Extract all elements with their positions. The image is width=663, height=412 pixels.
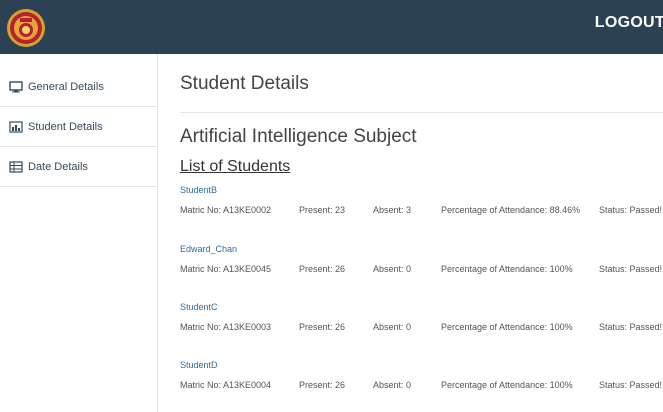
- subject-title: Artificial Intelligence Subject: [180, 126, 417, 147]
- student-name-link[interactable]: StudentC: [180, 302, 218, 312]
- absent-count: Absent: 0: [373, 322, 412, 332]
- monitor-icon: [9, 80, 23, 92]
- attendance-percentage: Percentage of Attendance: 88.46%: [441, 205, 581, 215]
- absent-count: Absent: 3: [373, 205, 412, 215]
- sidebar-item-label: Student Details: [28, 120, 103, 133]
- chart-icon: [9, 120, 23, 133]
- status-text: Status: Passed!: [599, 264, 663, 274]
- present-count: Present: 23: [299, 205, 346, 215]
- attendance-percentage: Percentage of Attendance: 100%: [441, 380, 573, 390]
- logout-button[interactable]: LOGOUT: [595, 14, 663, 32]
- student-entry: StudentB Matric No: A13KE0002 Present: 2…: [180, 185, 663, 225]
- sidebar-item-date-details[interactable]: Date Details: [0, 147, 157, 187]
- page-title: Student Details: [180, 73, 309, 94]
- matric-number: Matric No: A13KE0004: [180, 380, 272, 390]
- present-count: Present: 26: [299, 264, 346, 274]
- status-text: Status: Passed!: [599, 380, 663, 390]
- student-entry: Edward_Chan Matric No: A13KE0045 Present…: [180, 244, 663, 284]
- sidebar-item-label: Date Details: [28, 160, 88, 173]
- sidebar-item-label: General Details: [28, 80, 104, 93]
- sidebar-item-general-details[interactable]: General Details: [0, 67, 157, 107]
- student-entry: StudentC Matric No: A13KE0003 Present: 2…: [180, 302, 663, 342]
- university-crest-icon[interactable]: [6, 8, 46, 48]
- divider: [180, 112, 663, 113]
- matric-number: Matric No: A13KE0002: [180, 205, 272, 215]
- top-navbar: LOGOUT: [0, 0, 663, 54]
- present-count: Present: 26: [299, 380, 346, 390]
- absent-count: Absent: 0: [373, 380, 412, 390]
- attendance-percentage: Percentage of Attendance: 100%: [441, 264, 573, 274]
- student-name-link[interactable]: StudentB: [180, 185, 217, 195]
- absent-count: Absent: 0: [373, 264, 412, 274]
- matric-number: Matric No: A13KE0003: [180, 322, 272, 332]
- main-content: Student Details Artificial Intelligence …: [158, 54, 663, 412]
- sidebar: General Details Student Details Date Det…: [0, 54, 158, 412]
- attendance-percentage: Percentage of Attendance: 100%: [441, 322, 573, 332]
- student-name-link[interactable]: Edward_Chan: [180, 244, 237, 254]
- student-name-link[interactable]: StudentD: [180, 360, 218, 370]
- matric-number: Matric No: A13KE0045: [180, 264, 272, 274]
- list-heading: List of Students: [180, 158, 291, 175]
- status-text: Status: Passed!: [599, 205, 663, 215]
- present-count: Present: 26: [299, 322, 346, 332]
- status-text: Status: Passed!: [599, 322, 663, 332]
- table-icon: [9, 160, 23, 173]
- sidebar-item-student-details[interactable]: Student Details: [0, 107, 157, 147]
- student-entry: StudentD Matric No: A13KE0004 Present: 2…: [180, 360, 663, 400]
